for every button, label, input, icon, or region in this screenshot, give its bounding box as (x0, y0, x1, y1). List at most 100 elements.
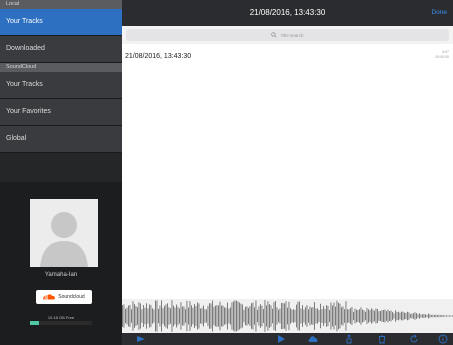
waveform-bar (407, 311, 408, 321)
cloud-upload-icon[interactable] (308, 334, 318, 344)
waveform-bar (132, 301, 134, 331)
waveform-bar (210, 303, 212, 329)
waveform-bar (185, 309, 186, 323)
waveform-bar (270, 305, 272, 327)
waveform-bar (425, 314, 426, 318)
waveform-bar (390, 310, 392, 322)
waveform-bar (213, 306, 215, 326)
share-icon[interactable] (344, 334, 354, 344)
waveform-bar (405, 312, 407, 320)
waveform-bar (375, 308, 377, 324)
waveform-bar (192, 307, 194, 325)
waveform-bar (234, 300, 236, 332)
waveform-bar (381, 310, 383, 322)
waveform-bar (440, 315, 441, 317)
section-header-local: Local (0, 0, 122, 9)
waveform-bar (273, 302, 275, 330)
trash-icon[interactable] (377, 334, 387, 344)
waveform-bar (437, 315, 438, 317)
waveform-bar (389, 311, 390, 321)
waveform-bar (398, 311, 399, 321)
waveform-bar (195, 305, 197, 327)
waveform-bar (122, 305, 123, 327)
search-input[interactable]: Title search (126, 29, 449, 41)
waveform-bar (149, 304, 150, 328)
waveform-bar (221, 305, 222, 327)
waveform-bar (323, 305, 324, 327)
waveform-bar (212, 300, 213, 332)
waveform-bar (399, 312, 401, 320)
waveform-bar (297, 301, 299, 331)
waveform-bar (378, 311, 380, 321)
search-bar: Title search (122, 26, 453, 44)
waveform-bar (203, 305, 204, 327)
waveform-bar (305, 307, 306, 325)
play-icon[interactable] (136, 334, 146, 344)
waveform-bar (350, 308, 351, 324)
waveform-bar (161, 300, 162, 332)
sidebar-item-soundcloud-your-tracks[interactable]: Your Tracks (0, 72, 122, 99)
username: Yamaha-Ian (44, 272, 78, 278)
waveform-bar (186, 300, 188, 332)
waveform-bar (449, 315, 450, 317)
waveform-bar (417, 314, 419, 318)
waveform-bar (438, 314, 440, 318)
waveform-bar (290, 308, 291, 324)
waveform-bar (353, 311, 354, 321)
waveform-bar (228, 308, 230, 324)
track-title[interactable]: 21/08/2016, 13:43:30 (125, 53, 191, 60)
waveform-bar (341, 307, 342, 325)
waveform-bar (153, 309, 155, 323)
search-placeholder: Title search (280, 32, 304, 38)
waveform-bar (191, 305, 192, 327)
waveform-bar (444, 315, 446, 317)
waveform-bar (293, 309, 294, 323)
waveform-bar (408, 312, 410, 320)
waveform-bar (431, 315, 432, 317)
waveform-bar (362, 309, 363, 323)
waveform[interactable] (122, 299, 453, 333)
waveform-bar (218, 305, 219, 327)
waveform-bar (441, 314, 443, 318)
waveform-bar (171, 300, 173, 332)
navigation-bar: 21/08/2016, 13:43:30 Done (122, 0, 453, 26)
waveform-bar (410, 314, 411, 318)
soundcloud-button-label: Soundcloud (58, 294, 85, 300)
waveform-bar (255, 300, 257, 332)
done-button[interactable]: Done (431, 0, 447, 26)
waveform-bar (242, 304, 243, 328)
waveform-bar (272, 308, 273, 324)
waveform-bar (345, 301, 347, 331)
sidebar-item-global[interactable]: Global (0, 126, 122, 153)
avatar[interactable] (30, 199, 98, 267)
waveform-bar (252, 302, 254, 330)
refresh-icon[interactable] (409, 334, 419, 344)
waveform-bar (354, 308, 356, 324)
storage-bar-fill (30, 321, 40, 325)
waveform-bar (401, 311, 402, 321)
waveform-bar (176, 304, 177, 328)
waveform-bar (393, 313, 395, 319)
waveform-bar (318, 309, 320, 323)
track-meta: 0:07 00:00:00 (435, 50, 449, 60)
info-icon[interactable] (438, 334, 448, 344)
waveform-bar (167, 303, 168, 329)
waveform-bar (330, 302, 332, 330)
waveform-bar (174, 307, 176, 325)
play-icon[interactable] (276, 334, 286, 344)
waveform-bar (291, 309, 293, 323)
waveform-bar (188, 307, 189, 325)
waveform-bar (129, 304, 131, 328)
sidebar-item-your-favorites[interactable]: Your Favorites (0, 99, 122, 126)
sidebar-item-local-your-tracks[interactable]: Your Tracks (0, 9, 122, 36)
waveform-bar (344, 309, 345, 323)
waveform-bar (429, 314, 431, 318)
soundcloud-button[interactable]: Soundcloud (36, 290, 92, 304)
waveform-bar (288, 301, 290, 331)
profile-panel: Yamaha-Ian Soundcloud 10.18 GB Free (0, 182, 122, 345)
waveform-bar (251, 303, 252, 329)
sidebar-item-downloaded[interactable]: Downloaded (0, 36, 122, 63)
waveform-bar (237, 301, 239, 331)
waveform-bar (326, 305, 327, 327)
waveform-bar (321, 309, 323, 323)
